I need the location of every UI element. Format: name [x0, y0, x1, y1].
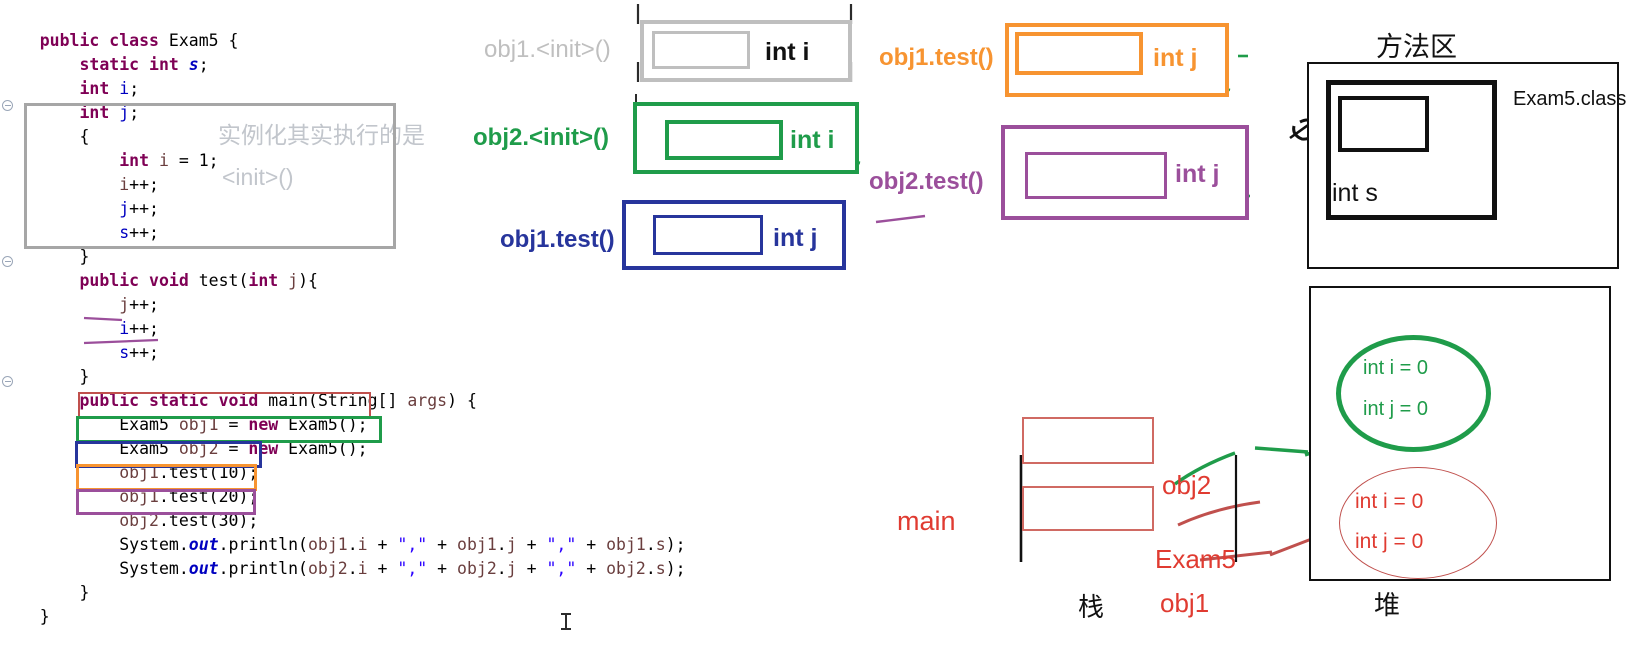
code-editor-pane: public class Exam5 { static int s; int i…: [0, 0, 760, 653]
class-file-label: Exam5.class: [1513, 88, 1627, 110]
trace-row-label: obj1.test(): [879, 44, 994, 71]
heap-field-text: int i = 0: [1355, 490, 1424, 513]
trace-row-var: int j: [773, 224, 818, 252]
trace-row-label: obj2.test(): [869, 168, 984, 195]
trace-row-label: obj2.<init>(): [473, 124, 610, 151]
trace-row-value-box: [653, 215, 763, 255]
stack-slot-ref-obj1: obj1: [1160, 588, 1210, 618]
heap-object-obj1: [1339, 467, 1497, 579]
obj2-new-box: [76, 416, 382, 443]
stack-slot-type-exam5: Exam5: [1155, 544, 1236, 574]
heap-object-obj2: [1336, 335, 1491, 452]
stack-slot-obj2: [1022, 486, 1154, 531]
heap-field-text: int j = 0: [1363, 398, 1429, 420]
obj1-new-box: [78, 392, 371, 418]
trace-row-label: obj1.<init>(): [484, 36, 611, 63]
stack-slot-ref-obj2: obj2: [1162, 470, 1212, 500]
trace-row-var: int j: [1153, 44, 1198, 72]
stack-frame-label: main: [897, 506, 956, 536]
init-block-box: [24, 103, 396, 249]
static-value-box: [1338, 96, 1429, 152]
trace-row-var: int i: [765, 38, 810, 66]
trace-row-label: obj1.test(): [500, 226, 615, 253]
stack-slot-obj1: [1022, 417, 1154, 464]
trace-row-value-box: [665, 120, 783, 160]
trace-row-value-box: [1015, 32, 1143, 75]
trace-row-var: int i: [790, 126, 835, 154]
code-line: System.out.println(obj2.i + "," + obj2.j…: [39, 559, 686, 578]
trace-row-value-box: [652, 31, 750, 69]
trace-row-var: int j: [1175, 160, 1220, 188]
method-area-title: 方法区: [1376, 32, 1457, 63]
trace-row-value-box: [1025, 152, 1167, 199]
obj1-test20-box: [76, 464, 257, 491]
static-field-label: int s: [1332, 179, 1378, 207]
heap-field-text: int j = 0: [1355, 530, 1424, 553]
stack-title: 栈: [1078, 593, 1105, 623]
obj2-test30-box: [76, 489, 256, 515]
code-line: }: [39, 607, 50, 626]
heap-title: 堆: [1374, 591, 1401, 621]
heap-field-text: int i = 0: [1363, 357, 1429, 379]
